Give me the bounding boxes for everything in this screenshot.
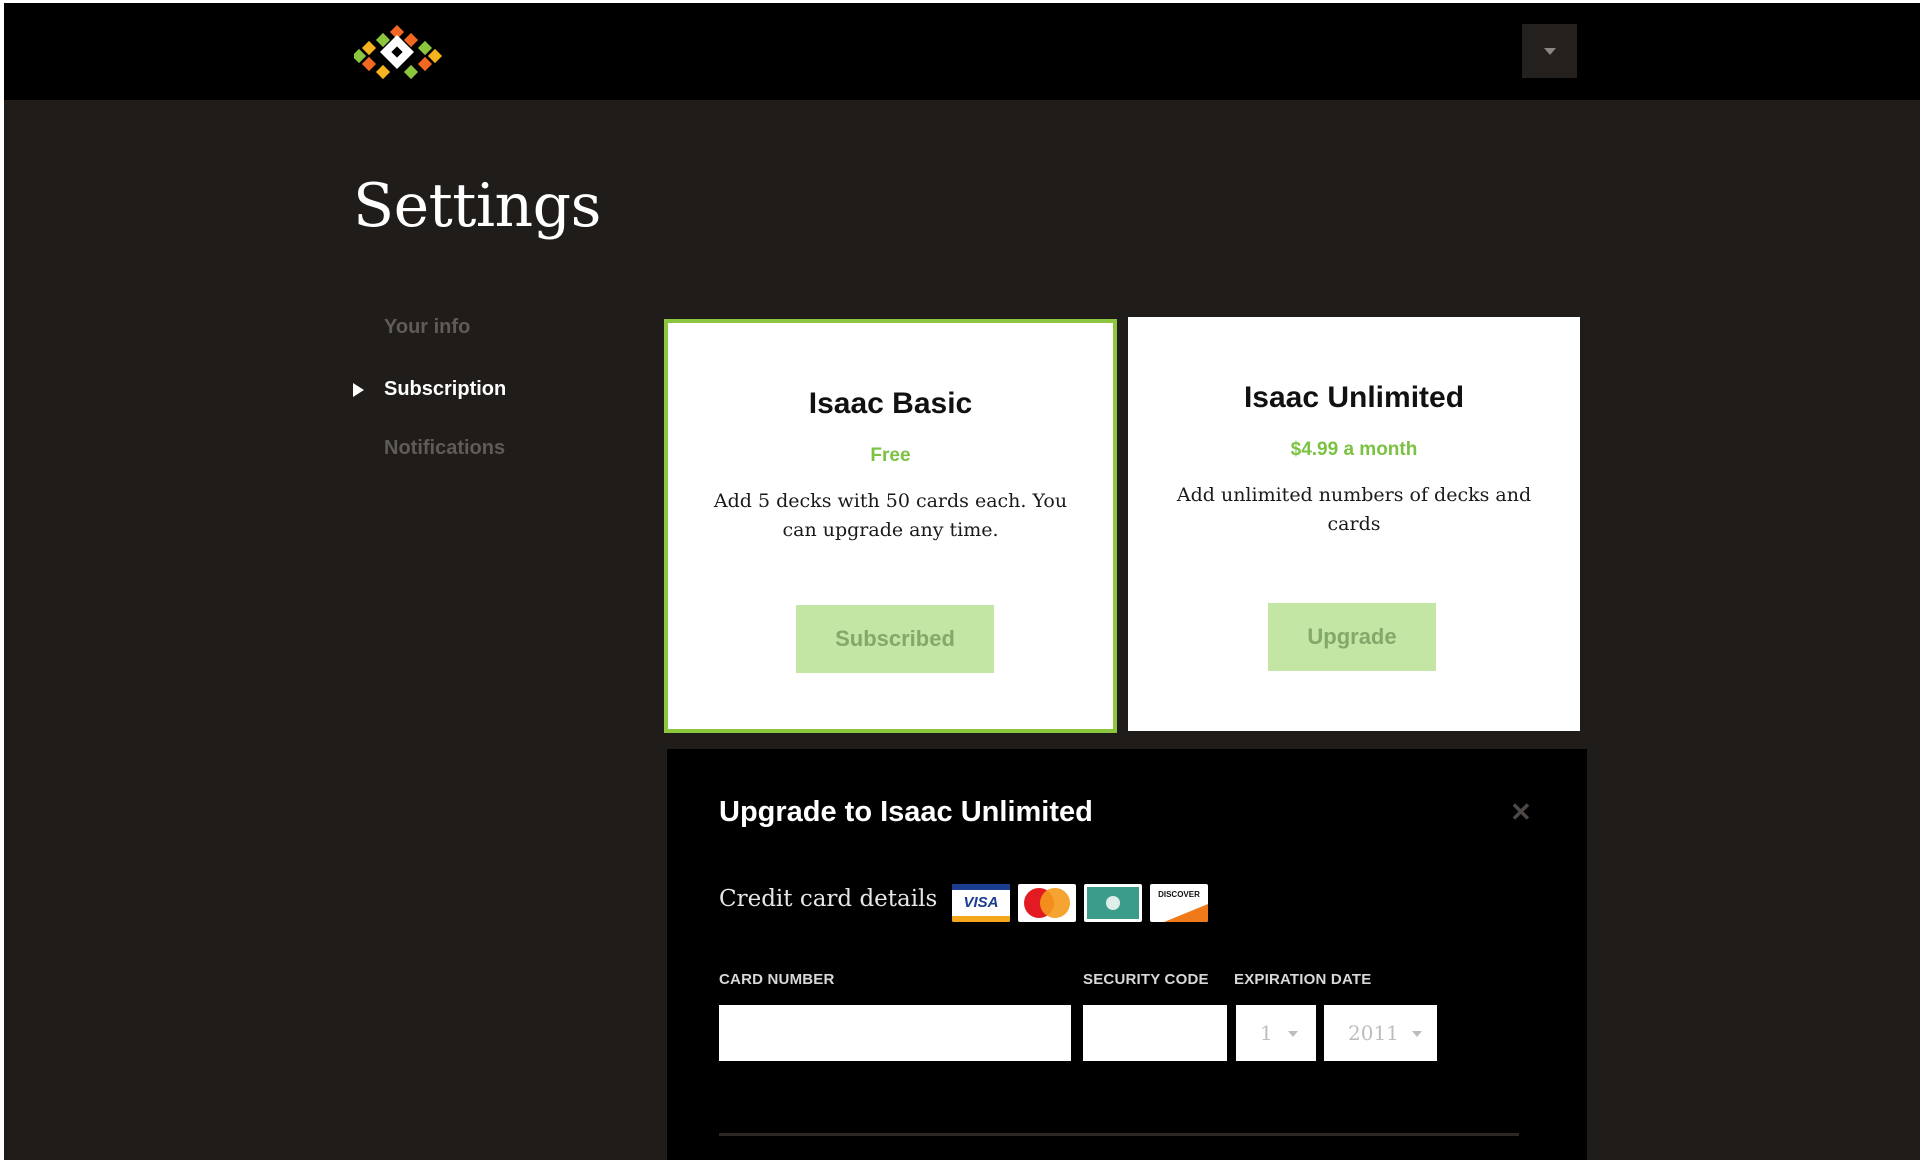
upgrade-button[interactable]: Upgrade [1268, 603, 1436, 671]
plan-card-unlimited: Isaac Unlimited $4.99 a month Add unlimi… [1128, 317, 1580, 731]
card-number-label: CARD NUMBER [719, 971, 835, 988]
subscribed-button[interactable]: Subscribed [796, 605, 994, 673]
plan-price: Free [870, 445, 911, 466]
plan-card-basic: Isaac Basic Free Add 5 decks with 50 car… [664, 319, 1117, 733]
expiration-year-select[interactable]: 2011 [1324, 1005, 1437, 1061]
expiration-year-value: 2011 [1348, 1021, 1399, 1045]
card-number-input[interactable] [719, 1005, 1071, 1061]
chevron-down-icon [1544, 48, 1556, 55]
plan-description: Add unlimited numbers of decks and cards [1176, 484, 1532, 535]
account-menu-button[interactable] [1522, 24, 1577, 78]
close-icon[interactable]: ✕ [1510, 797, 1532, 828]
expiration-month-select[interactable]: 1 [1236, 1005, 1316, 1061]
mastercard-icon [1018, 884, 1076, 922]
security-code-label: SECURITY CODE [1083, 971, 1209, 988]
plan-name: Isaac Basic [808, 387, 973, 420]
active-arrow-icon [353, 383, 364, 397]
chevron-down-icon [1412, 1031, 1422, 1037]
discover-card-icon: DISCOVER [1150, 884, 1208, 922]
page-title: Settings [353, 171, 601, 241]
card-brand-logos: VISA DISCOVER [952, 884, 1208, 922]
sidebar-item-your-info[interactable]: Your info [384, 316, 470, 339]
top-bar [4, 3, 1920, 100]
sidebar-item-subscription[interactable]: Subscription [384, 378, 506, 401]
expiration-date-label: EXPIRATION DATE [1234, 971, 1372, 988]
plan-price: $4.99 a month [1290, 439, 1418, 460]
chevron-down-icon [1288, 1031, 1298, 1037]
plan-name: Isaac Unlimited [1243, 381, 1465, 414]
amex-card-icon [1084, 884, 1142, 922]
app-window: Settings Your info Subscription Notifica… [4, 3, 1920, 1160]
expiration-month-value: 1 [1260, 1021, 1273, 1045]
upgrade-panel: Upgrade to Isaac Unlimited ✕ Credit card… [667, 749, 1587, 1160]
plan-description: Add 5 decks with 50 cards each. You can … [713, 490, 1068, 541]
security-code-input[interactable] [1083, 1005, 1227, 1061]
visa-card-icon: VISA [952, 884, 1010, 922]
upgrade-panel-title: Upgrade to Isaac Unlimited [719, 796, 1093, 828]
diamond-mosaic-logo[interactable] [354, 25, 444, 81]
divider [719, 1133, 1519, 1136]
credit-card-label: Credit card details [719, 886, 938, 912]
sidebar-item-notifications[interactable]: Notifications [384, 437, 505, 460]
